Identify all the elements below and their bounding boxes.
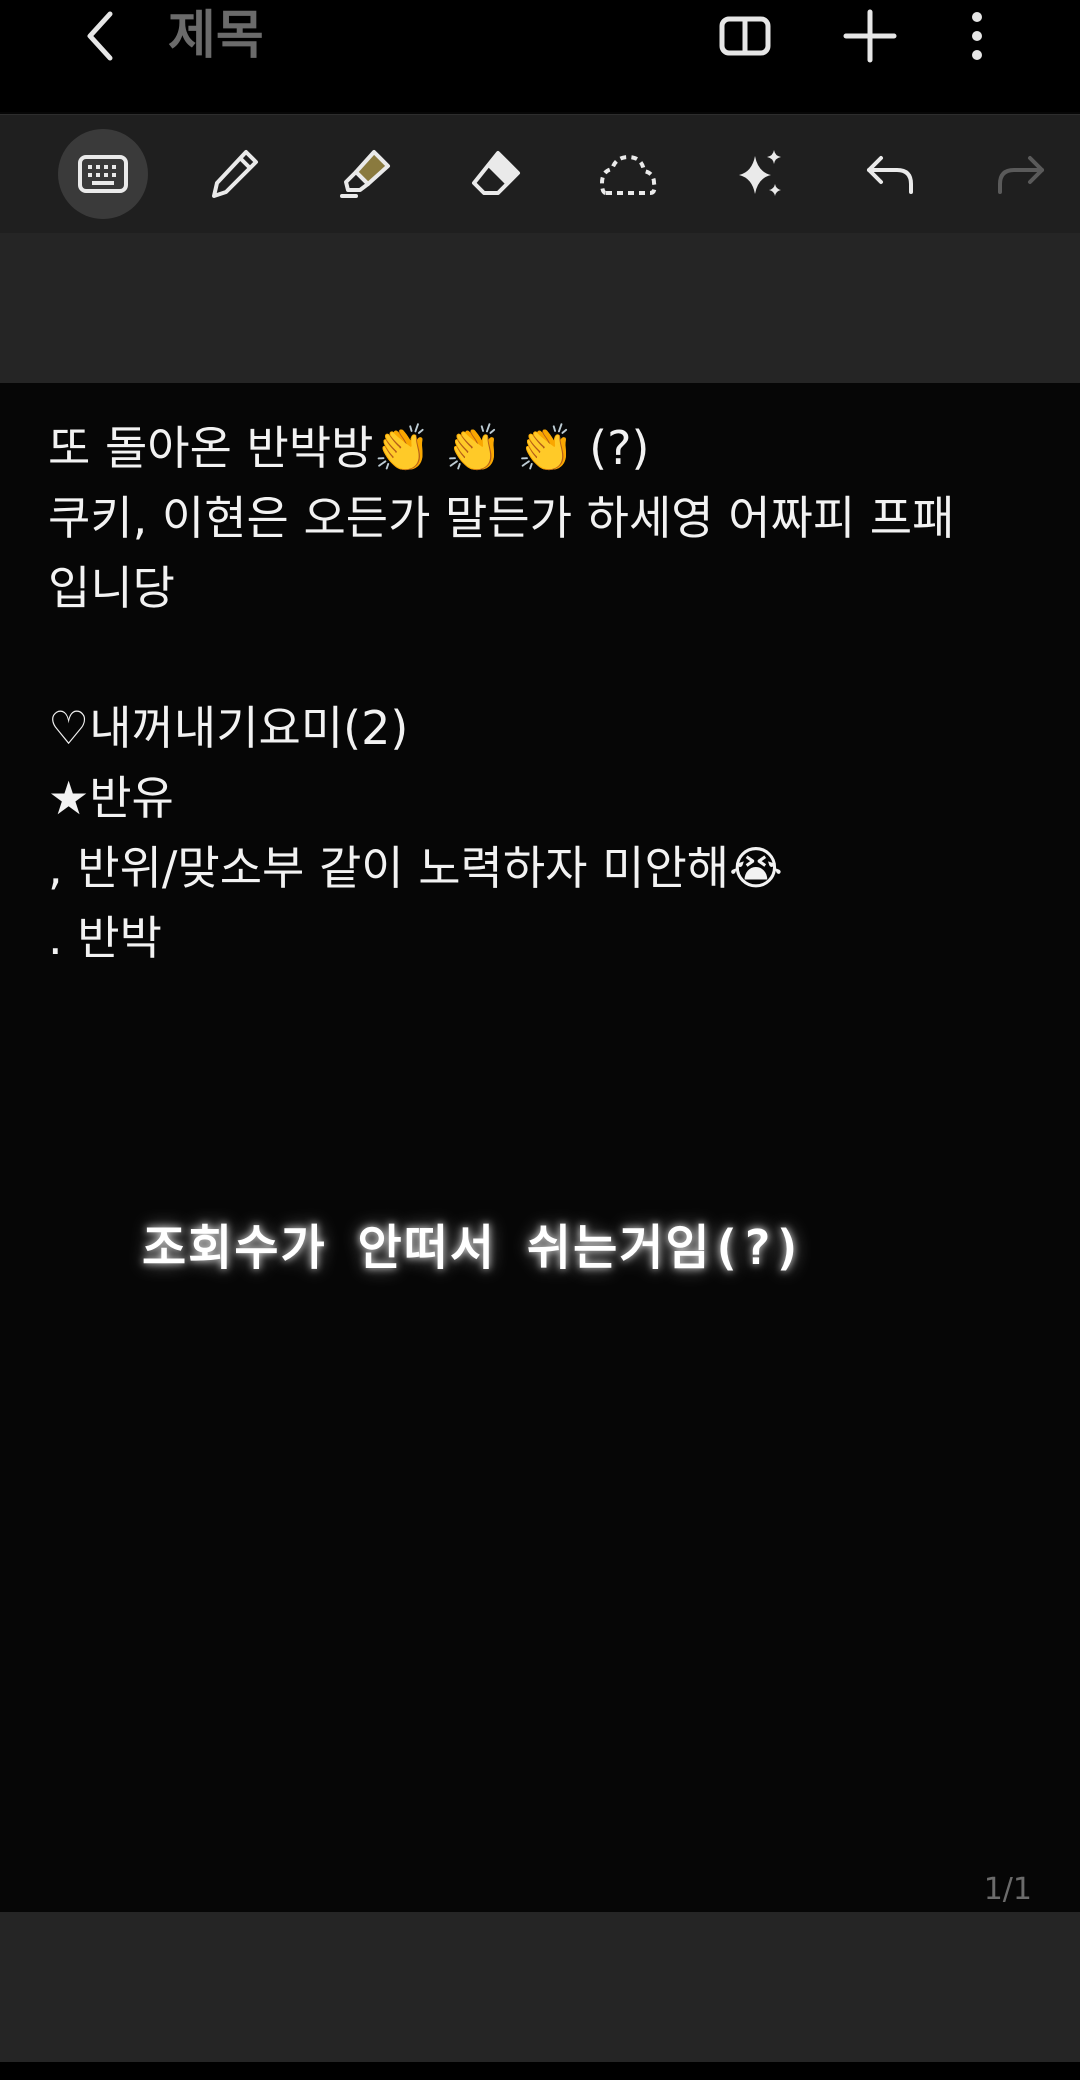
toolbar-spacer: [0, 233, 1080, 383]
handwritten-text: 조회수가 안떠서 쉬는거임(?): [142, 1220, 805, 1276]
pen-icon: [212, 150, 258, 198]
highlighter-tool-button[interactable]: [320, 129, 410, 219]
eraser-icon: [472, 151, 520, 195]
undo-icon: [867, 156, 913, 194]
reading-mode-button[interactable]: [709, 0, 781, 72]
note-line: . 반박: [48, 911, 162, 965]
book-open-icon: [719, 16, 771, 56]
lasso-select-icon: [599, 154, 657, 195]
page-indicator: 1/1: [983, 1872, 1032, 1907]
redo-icon: [998, 156, 1044, 194]
plus-icon: [843, 9, 897, 63]
note-line: , 반위/맞소부 같이 노력하자 미안해😭: [48, 841, 783, 895]
redo-button[interactable]: [976, 129, 1066, 219]
note-canvas[interactable]: 또 돌아온 반박방👏 👏 👏 (?) 쿠키, 이현은 오든가 말든가 하세영 어…: [0, 383, 1080, 1910]
chevron-left-icon: [87, 11, 113, 61]
back-button[interactable]: [70, 0, 130, 72]
note-line: 입니당: [48, 561, 175, 615]
pen-tool-button[interactable]: [189, 129, 279, 219]
note-line: ★반유: [48, 771, 174, 825]
note-line: ♡내꺼내기요미(2): [48, 701, 409, 755]
lasso-tool-button[interactable]: [583, 129, 673, 219]
system-nav-bar: [0, 2062, 1080, 2080]
more-vertical-icon: [972, 12, 982, 60]
eraser-tool-button[interactable]: [451, 129, 541, 219]
add-page-button[interactable]: [834, 0, 906, 72]
keyboard-tool-button[interactable]: [58, 129, 148, 219]
highlighter-icon: [340, 150, 390, 198]
note-line: 쿠키, 이현은 오든가 말든가 하세영 어짜피 프패: [48, 491, 955, 545]
more-options-button[interactable]: [941, 0, 1013, 72]
note-line: 또 돌아온 반박방👏 👏 👏 (?): [48, 421, 650, 475]
bottom-area: [0, 1912, 1080, 2062]
undo-button[interactable]: [845, 129, 935, 219]
note-title[interactable]: 제목: [168, 4, 264, 68]
drawing-toolbar: [0, 114, 1080, 234]
sparkles-icon: [739, 150, 781, 196]
notes-app: 제목 또 돌아온 반박방👏 👏 👏 (?) 쿠키, 이현은 오든가 말든가 하세…: [0, 0, 1080, 2080]
keyboard-icon: [78, 155, 128, 193]
ai-assist-button[interactable]: [714, 129, 804, 219]
top-app-bar: 제목: [0, 0, 1080, 112]
